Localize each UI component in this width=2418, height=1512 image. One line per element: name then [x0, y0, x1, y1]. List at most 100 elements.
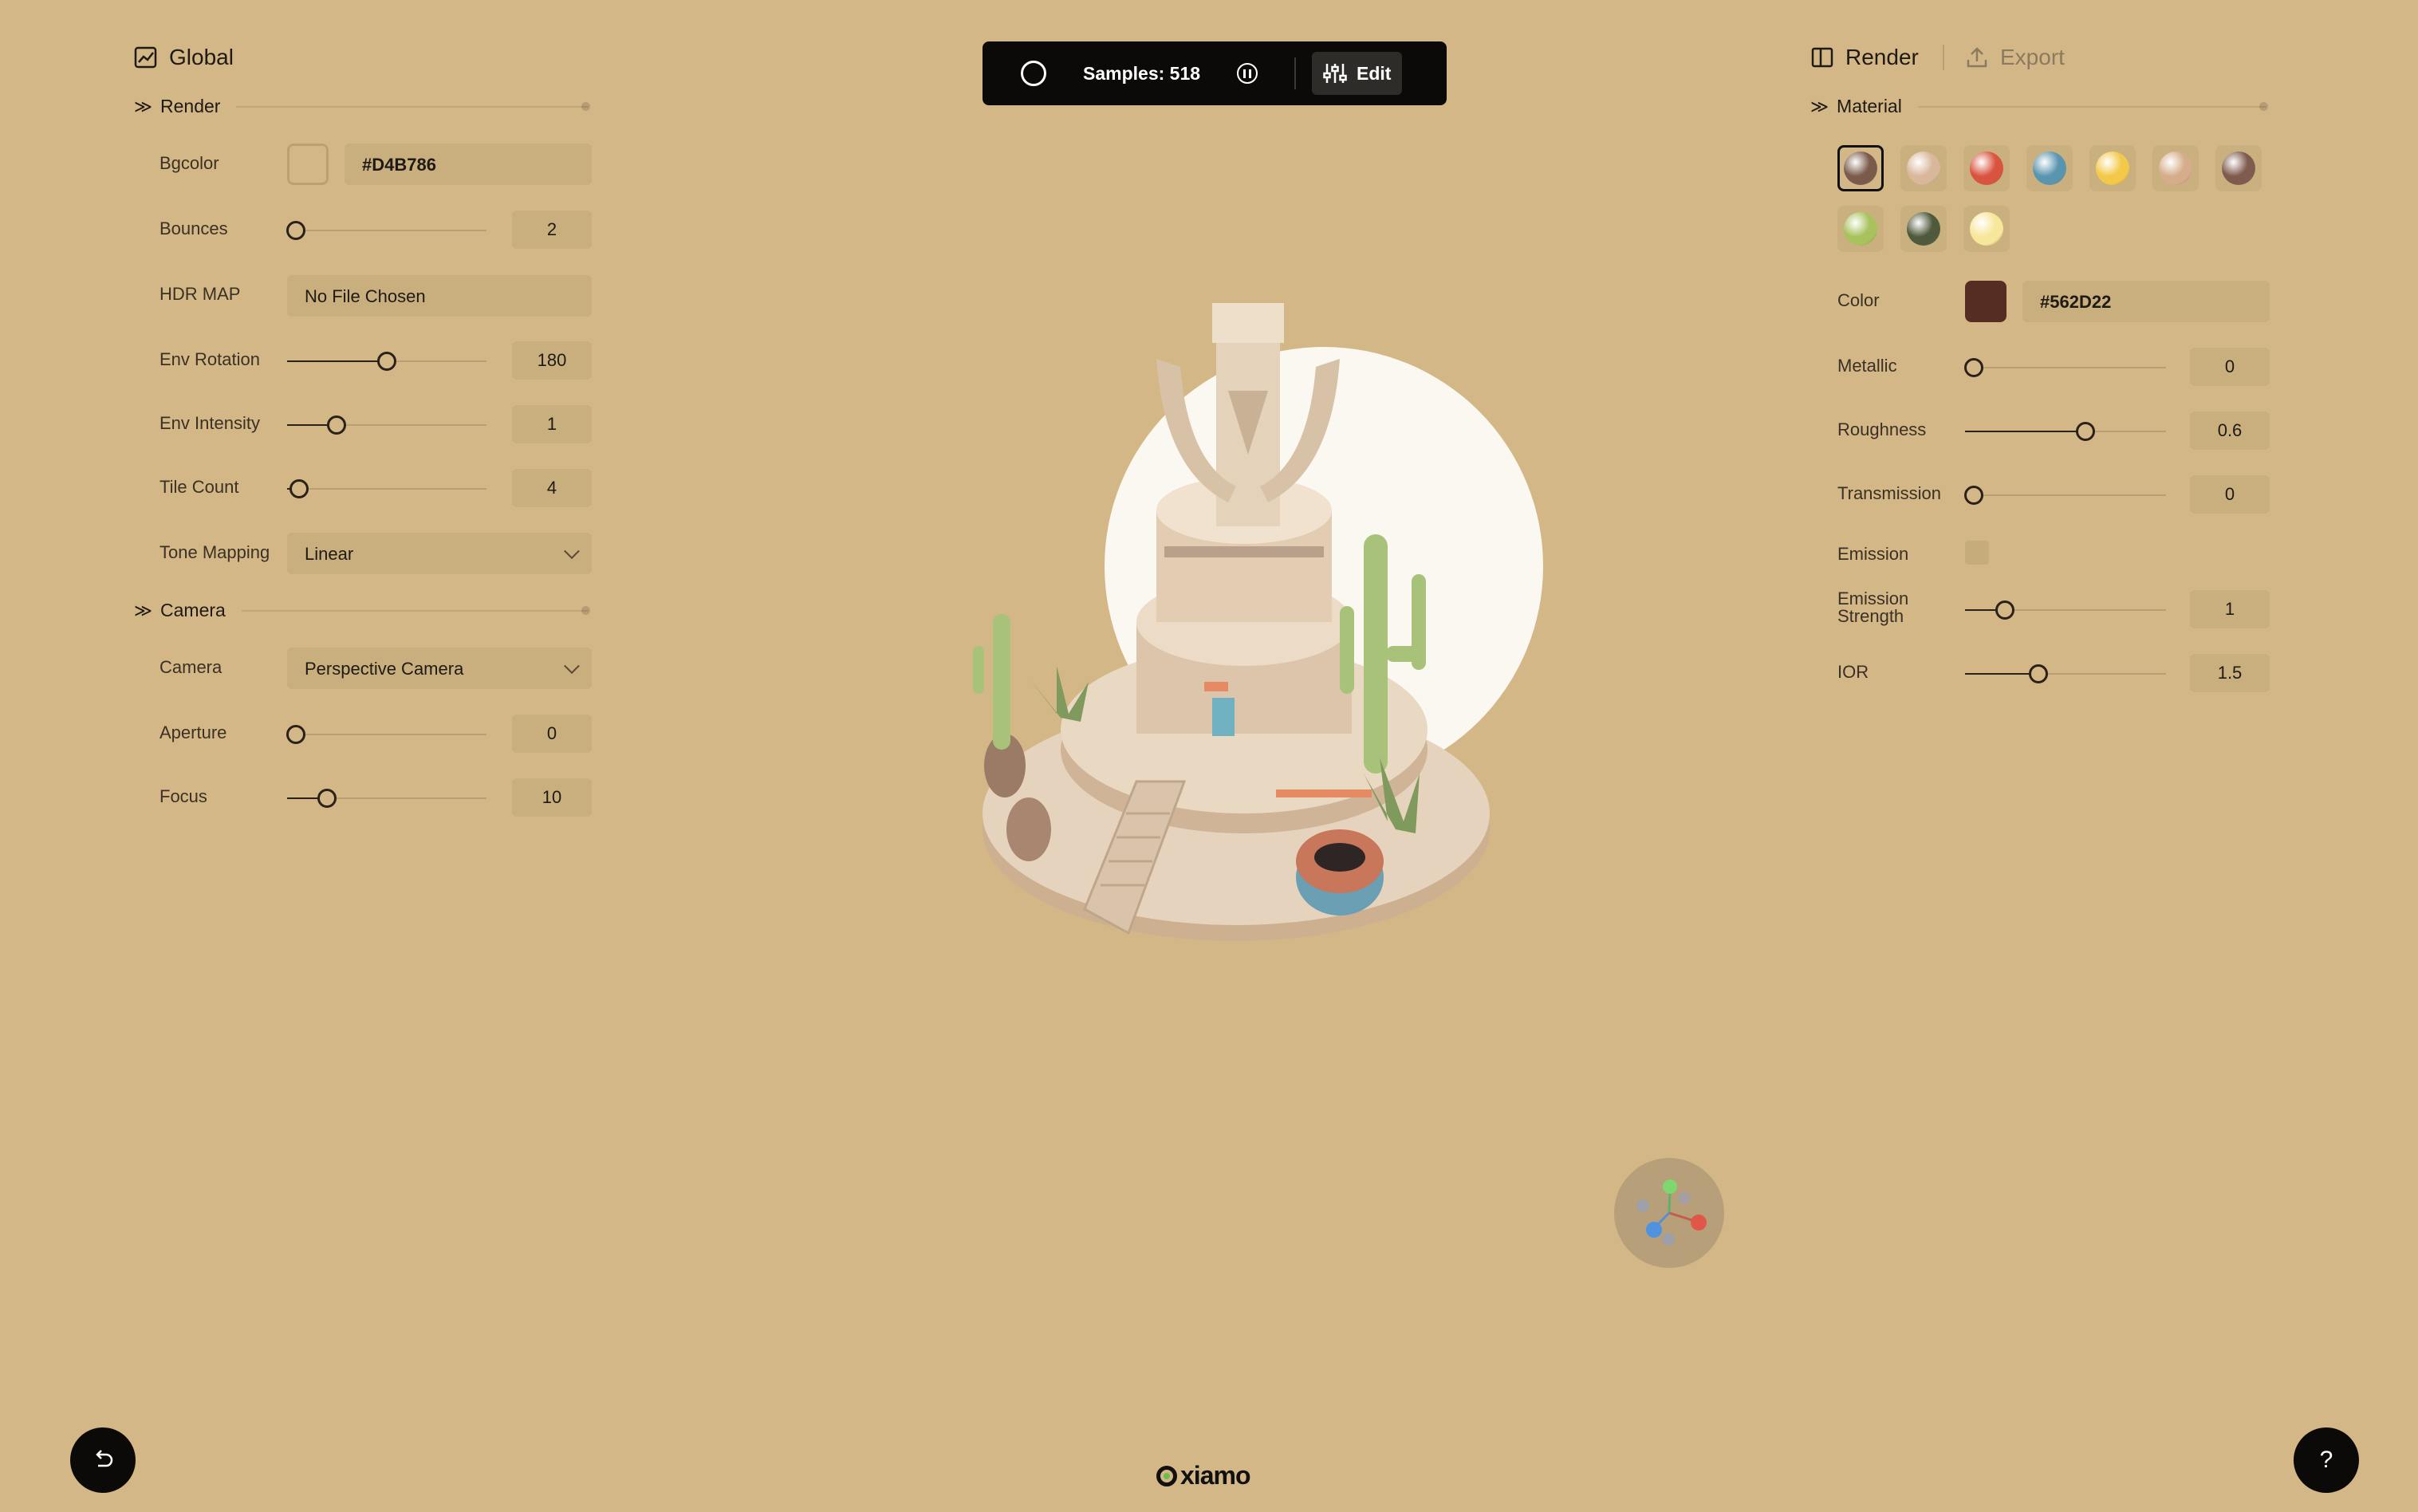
emission-checkbox[interactable]: [1965, 541, 1989, 565]
roughness-label: Roughness: [1837, 419, 1927, 439]
transmission-value[interactable]: 0: [2190, 475, 2270, 514]
material-swatch[interactable]: [1963, 145, 2010, 191]
edit-button[interactable]: Edit: [1312, 52, 1403, 95]
env-rotation-value[interactable]: 180: [512, 341, 592, 380]
focus-slider[interactable]: [287, 789, 486, 808]
collapse-chevron-icon: ≫: [1810, 96, 1829, 116]
bounces-slider[interactable]: [286, 221, 486, 240]
focus-slider-knob[interactable]: [317, 789, 337, 808]
env-intensity-label: Env Intensity: [159, 413, 260, 433]
metallic-value[interactable]: 0: [2190, 348, 2270, 386]
tab-export-label: Export: [2000, 45, 2065, 69]
tab-render[interactable]: Render: [1810, 45, 1919, 70]
3d-scene-viewport[interactable]: [973, 271, 1579, 1005]
material-swatch[interactable]: [1900, 206, 1947, 252]
orientation-gizmo[interactable]: [1614, 1158, 1724, 1268]
env-rotation-slider-knob[interactable]: [377, 352, 396, 371]
render-section-label: Render: [160, 96, 221, 116]
material-sphere-icon: [2222, 152, 2255, 185]
emission-strength-slider[interactable]: [1965, 600, 2166, 620]
tile-count-slider[interactable]: [287, 479, 486, 498]
transmission-slider[interactable]: [1964, 486, 2166, 505]
hdr-file-input[interactable]: No File Chosen: [287, 275, 592, 317]
brand-name: xiamo: [1180, 1461, 1250, 1490]
render-section-header[interactable]: ≫ Render: [134, 96, 590, 117]
chevron-down-icon: [564, 658, 580, 675]
env-rotation-fill: [287, 360, 387, 362]
tone-mapping-label: Tone Mapping: [159, 542, 270, 562]
chevron-down-icon: [564, 543, 580, 560]
pause-icon[interactable]: [1237, 63, 1258, 84]
aperture-slider-knob[interactable]: [286, 725, 305, 744]
env-intensity-value[interactable]: 1: [512, 405, 592, 443]
ior-value[interactable]: 1.5: [2190, 654, 2270, 692]
bgcolor-input[interactable]: #D4B786: [345, 144, 592, 185]
tile-count-label: Tile Count: [159, 477, 239, 497]
collapse-chevron-icon: ≫: [134, 96, 153, 116]
material-swatch[interactable]: [2152, 145, 2199, 191]
tab-render-label: Render: [1845, 45, 1919, 69]
material-swatch[interactable]: [1963, 206, 2010, 252]
bgcolor-swatch[interactable]: [287, 144, 329, 185]
material-swatch[interactable]: [2089, 145, 2136, 191]
material-swatch[interactable]: [1837, 145, 1884, 191]
env-rotation-slider[interactable]: [287, 352, 486, 371]
ior-slider[interactable]: [1965, 664, 2166, 683]
samples-counter: Samples: 518: [1083, 62, 1201, 84]
camera-label: Camera: [159, 657, 223, 677]
env-intensity-slider[interactable]: [287, 415, 486, 435]
emission-strength-value[interactable]: 1: [2190, 590, 2270, 628]
material-sphere-icon: [2096, 152, 2129, 185]
section-divider: [241, 605, 591, 615]
material-color-input[interactable]: #562D22: [2022, 281, 2270, 322]
bounces-slider-knob[interactable]: [286, 221, 305, 240]
roughness-slider-knob[interactable]: [2076, 422, 2095, 441]
ior-fill: [1965, 673, 2038, 675]
axis-gizmo-icon: [1636, 1179, 1707, 1246]
ior-slider-knob[interactable]: [2029, 664, 2048, 683]
tile-count-slider-knob[interactable]: [289, 479, 309, 498]
undo-button[interactable]: [70, 1427, 136, 1493]
help-button[interactable]: ?: [2294, 1427, 2359, 1493]
tile-count-value[interactable]: 4: [512, 469, 592, 507]
material-section-header[interactable]: ≫ Material: [1810, 96, 2269, 117]
global-title-text: Global: [169, 45, 234, 69]
roughness-value[interactable]: 0.6: [2190, 411, 2270, 450]
undo-icon: [96, 1450, 113, 1467]
material-sphere-icon: [1970, 212, 2003, 246]
camera-section-header[interactable]: ≫ Camera: [134, 600, 591, 621]
hdr-map-label: HDR MAP: [159, 284, 241, 304]
material-color-swatch[interactable]: [1965, 281, 2006, 322]
question-icon: ?: [2319, 1447, 2333, 1473]
render-toolbar: Samples: 518 Edit: [983, 41, 1447, 105]
material-swatch[interactable]: [1900, 145, 1947, 191]
aperture-value[interactable]: 0: [512, 715, 592, 753]
record-icon[interactable]: [1021, 61, 1046, 86]
bounces-label: Bounces: [159, 219, 228, 238]
tone-mapping-selected: Linear: [305, 544, 354, 564]
env-intensity-slider-knob[interactable]: [327, 415, 346, 435]
section-divider: [1917, 101, 2269, 111]
edit-label: Edit: [1357, 62, 1392, 84]
metallic-slider-knob[interactable]: [1964, 358, 1983, 377]
bounces-value[interactable]: 2: [512, 211, 592, 249]
tone-mapping-select[interactable]: Linear: [287, 533, 592, 574]
emission-strength-slider-knob[interactable]: [1995, 600, 2014, 620]
global-panel-title: Global: [134, 45, 234, 70]
material-swatch-grid: [1837, 145, 2284, 252]
aperture-slider[interactable]: [286, 725, 486, 744]
focus-value[interactable]: 10: [512, 778, 592, 817]
color-label: Color: [1837, 290, 1880, 310]
tab-export[interactable]: Export: [1965, 45, 2065, 70]
upload-icon: [1967, 47, 1987, 68]
material-swatch[interactable]: [2026, 145, 2073, 191]
transmission-slider-knob[interactable]: [1964, 486, 1983, 505]
material-swatch[interactable]: [2215, 145, 2262, 191]
roughness-slider[interactable]: [1965, 422, 2166, 441]
focus-label: Focus: [159, 786, 207, 806]
material-swatch[interactable]: [1837, 206, 1884, 252]
metallic-slider[interactable]: [1964, 358, 2166, 377]
camera-select[interactable]: Perspective Camera: [287, 648, 592, 689]
roughness-fill: [1965, 431, 2085, 432]
brand-logo: xiamo: [1156, 1461, 1250, 1490]
